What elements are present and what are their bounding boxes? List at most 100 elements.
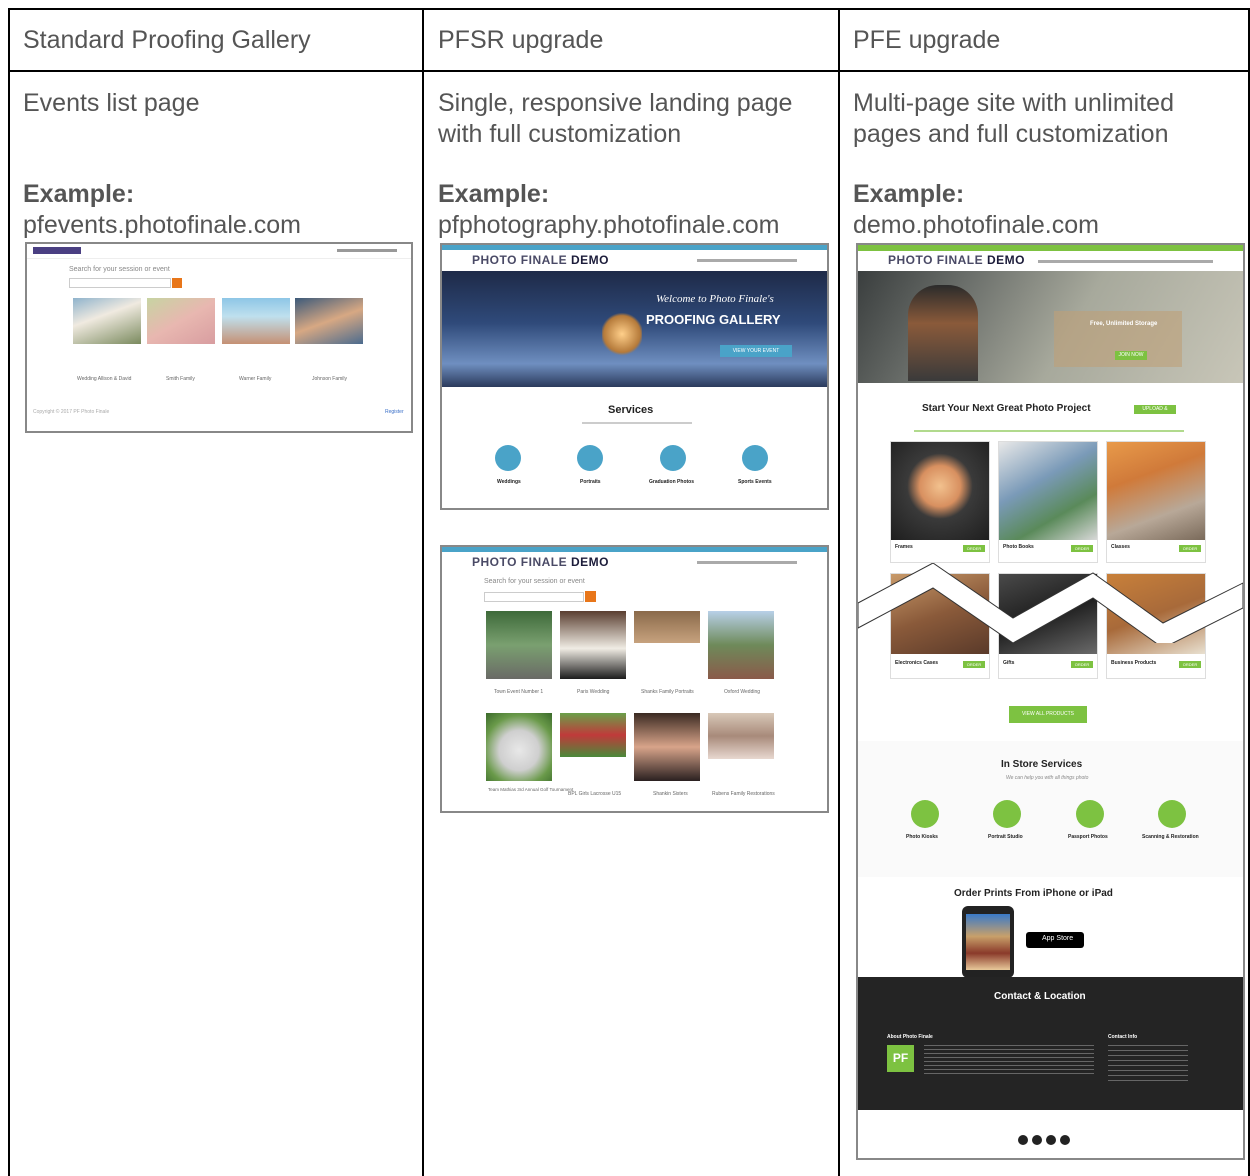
shot4-youtube-icon[interactable] — [1060, 1135, 1070, 1145]
shot4-instore-section: In Store Services We can help you with a… — [858, 741, 1243, 877]
shot3-photo-7[interactable] — [634, 713, 700, 781]
example-label-pfe: Example: — [853, 180, 965, 208]
shot2-logo-text: PHOTO FINALE — [472, 253, 568, 267]
shot2-services-sub — [582, 422, 692, 424]
shot2-hero-line1: Welcome to Photo Finale's — [656, 293, 774, 305]
shot4-product-name-classes: Classes — [1111, 544, 1130, 550]
shot1-nav — [337, 249, 397, 252]
column-description-pfsr: Single, responsive landing page with ful… — [438, 89, 793, 148]
shot2-topbar — [442, 245, 827, 250]
shot3-logo: PHOTO FINALE DEMO — [472, 555, 609, 569]
shot4-order-button-4[interactable]: ORDER — [963, 661, 985, 668]
shot1-header — [27, 244, 411, 259]
example-label-pfsr: Example: — [438, 180, 550, 208]
shot4-instore-sub: We can help you with all things photo — [1006, 775, 1089, 781]
shot3-nav — [697, 561, 797, 564]
shot4-order-button-2[interactable]: ORDER — [1071, 545, 1093, 552]
column-header-standard: Standard Proofing Gallery — [23, 26, 311, 54]
shot4-app-store-badge[interactable]: App Store — [1026, 932, 1084, 948]
shot1-search-button[interactable] — [172, 278, 182, 288]
shot4-view-all-button[interactable]: VIEW ALL PRODUCTS — [1009, 706, 1087, 723]
shot3-photo-2[interactable] — [560, 611, 626, 679]
shot3-photo-1[interactable] — [486, 611, 552, 679]
column-divider-1 — [422, 8, 424, 1176]
shot3-topbar — [442, 547, 827, 552]
shot4-facebook-icon[interactable] — [1018, 1135, 1028, 1145]
column-description-pfe: Multi-page site with unlimited pages and… — [853, 89, 1174, 148]
shot3-caption-7: Shankin Sisters — [653, 791, 688, 797]
shot2-hero: Welcome to Photo Finale's PROOFING GALLE… — [442, 271, 827, 387]
shot3-logo-demo: DEMO — [570, 555, 609, 569]
shot1-event-caption-4: Johnson Family — [312, 376, 348, 382]
shot1-event-photo-4[interactable] — [295, 298, 363, 344]
shot4-logo: PHOTO FINALE DEMO — [888, 253, 1025, 267]
shot3-caption-8: Rubens Family Restorations — [712, 791, 775, 797]
shot3-photo-8[interactable] — [708, 713, 774, 759]
shot4-project-title: Start Your Next Great Photo Project — [922, 403, 1091, 414]
shot4-service-kiosks: Photo Kiosks — [906, 834, 938, 840]
shot2-sports-icon — [742, 445, 768, 471]
shot2-hero-button[interactable]: VIEW YOUR EVENT — [720, 345, 792, 357]
shot1-logo — [33, 247, 81, 254]
shot4-scan-icon — [1158, 800, 1186, 828]
shot4-order-button-6[interactable]: ORDER — [1179, 661, 1201, 668]
shot2-service-graduation: Graduation Photos — [649, 479, 694, 485]
shot4-order-button-1[interactable]: ORDER — [963, 545, 985, 552]
column-divider-2 — [838, 8, 840, 1176]
shot4-product-card-frames[interactable]: Frames ORDER — [890, 441, 990, 563]
shot4-app-store-text: App Store — [1042, 935, 1074, 942]
shot2-logo-demo: DEMO — [570, 253, 609, 267]
shot3-photo-4[interactable] — [708, 611, 774, 679]
shot3-photo-6[interactable] — [560, 713, 626, 757]
shot4-product-card-classes[interactable]: Classes ORDER — [1106, 441, 1206, 563]
header-row-divider — [8, 70, 1250, 72]
shot2-hero-line2: PROOFING GALLERY — [646, 312, 781, 327]
shot4-service-scanning: Scanning & Restoration — [1142, 834, 1199, 840]
shot4-hero-photographer — [908, 285, 978, 381]
shot2-logo: PHOTO FINALE DEMO — [472, 253, 609, 267]
shot4-logo-text: PHOTO FINALE — [888, 253, 984, 267]
shot4-about-label: About Photo Finale — [887, 1034, 933, 1040]
shot2-person-icon — [577, 445, 603, 471]
shot2-service-portraits: Portraits — [580, 479, 601, 485]
shot2-service-weddings: Weddings — [497, 479, 521, 485]
shot4-hero-text: Free, Unlimited Storage — [1090, 321, 1158, 327]
shot4-product-card-photobooks[interactable]: Photo Books ORDER — [998, 441, 1098, 563]
shot4-camera-icon — [993, 800, 1021, 828]
shot1-footer-register[interactable]: Register — [385, 409, 404, 415]
shot3-search-button[interactable] — [585, 591, 596, 602]
shot4-phone — [962, 906, 1014, 978]
shot3-photo-5[interactable] — [486, 713, 552, 781]
shot2-services-title: Services — [608, 404, 654, 416]
shot3-search-input[interactable] — [484, 592, 584, 602]
shot2-service-sports: Sports Events — [738, 479, 772, 485]
shot3-caption-3: Shanks Family Portraits — [641, 689, 694, 695]
shot4-nav — [1038, 260, 1213, 263]
shot4-phone-screen — [966, 914, 1010, 970]
shot4-twitter-icon[interactable] — [1046, 1135, 1056, 1145]
example-url-standard[interactable]: pfevents.photofinale.com — [23, 211, 301, 240]
example-url-pfsr[interactable]: pfphotography.photofinale.com — [438, 211, 779, 240]
shot1-event-photo-3[interactable] — [222, 298, 290, 344]
shot4-instore-title: In Store Services — [1001, 759, 1083, 770]
screenshot-pfe-site: PHOTO FINALE DEMO Free, Unlimited Storag… — [856, 243, 1245, 1160]
shot1-event-caption-3: Warner Family — [239, 376, 272, 382]
shot1-search-input[interactable] — [69, 278, 171, 288]
example-url-pfe[interactable]: demo.photofinale.com — [853, 211, 1099, 240]
shot4-order-button-3[interactable]: ORDER — [1179, 545, 1201, 552]
shot1-event-photo-2[interactable] — [147, 298, 215, 344]
shot4-service-studio: Portrait Studio — [988, 834, 1023, 840]
shot4-linkedin-icon[interactable] — [1032, 1135, 1042, 1145]
shot3-photo-3[interactable] — [634, 611, 700, 643]
shot1-event-photo-1[interactable] — [73, 298, 141, 344]
shot4-project-button[interactable]: UPLOAD & ORDER — [1134, 405, 1176, 421]
shot4-order-button-5[interactable]: ORDER — [1071, 661, 1093, 668]
shot4-product-photo-photobooks — [999, 442, 1097, 540]
column-header-pfe: PFE upgrade — [853, 26, 1001, 54]
shot2-hero-lantern — [602, 311, 642, 357]
shot4-hero-button[interactable]: JOIN NOW — [1115, 351, 1147, 360]
shot3-caption-2: Paris Wedding — [577, 689, 610, 695]
shot4-hero: Free, Unlimited Storage JOIN NOW — [858, 271, 1243, 383]
shot1-event-caption-2: Smith Family — [166, 376, 195, 382]
shot4-category-tabs[interactable] — [914, 430, 1184, 432]
